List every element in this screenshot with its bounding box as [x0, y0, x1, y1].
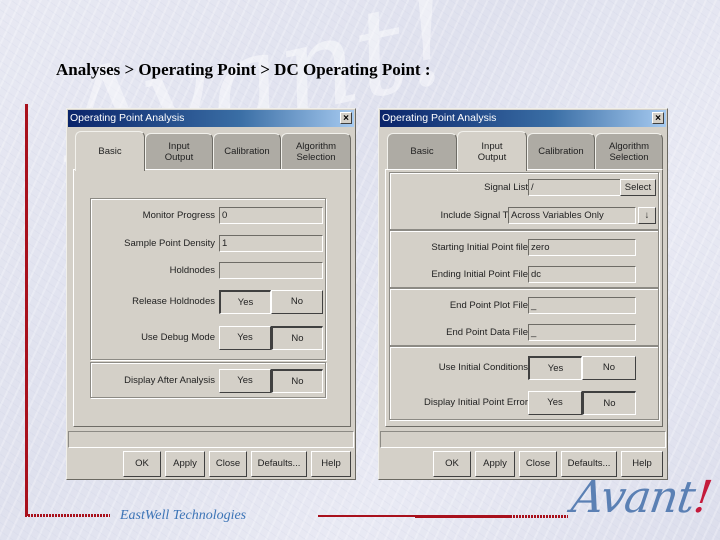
sample-point-density-input[interactable]: 1 [219, 235, 323, 252]
logo-text: Avant [568, 472, 698, 523]
initial-point-group: Starting Initial Point file zero Ending … [389, 230, 659, 288]
release-holdnodes-row: Release Holdnodes Yes No [91, 290, 325, 314]
tab-panel-basic: Monitor Progress 0 Sample Point Density … [73, 169, 351, 427]
tab-basic[interactable]: Basic [387, 133, 457, 169]
signal-types-select[interactable]: Across Variables Only [508, 207, 636, 224]
monitor-progress-input[interactable]: 0 [219, 207, 323, 224]
slide-title: Analyses > Operating Point > DC Operatin… [56, 60, 431, 79]
decorative-dotted-line-right [510, 515, 568, 518]
display-initial-point-error-row: Display Initial Point Error Yes No [390, 391, 658, 415]
signal-list-label: Signal List [484, 182, 528, 193]
ok-button[interactable]: OK [123, 451, 161, 477]
close-button[interactable]: Close [209, 451, 247, 477]
end-point-plot-label: End Point Plot File [449, 300, 528, 311]
display-initial-point-error-toggle: Yes No [528, 391, 636, 415]
dialog-title: Operating Point Analysis [382, 112, 497, 124]
use-initial-conditions-row: Use Initial Conditions Yes No [390, 356, 658, 380]
dropdown-arrow-icon[interactable]: ↓ [638, 207, 656, 224]
dialog-buttons: OK Apply Close Defaults... Help [123, 451, 353, 477]
holdnodes-label: Holdnodes [169, 265, 215, 276]
avant-logo: Avant! [568, 472, 714, 523]
signal-types-row: Include Signal Types Across Variables On… [390, 207, 658, 227]
display-after-analysis-label: Display After Analysis [124, 375, 215, 386]
use-initial-conditions-no-button[interactable]: No [582, 356, 636, 380]
close-icon[interactable]: × [340, 112, 352, 124]
ending-initial-point-label: Ending Initial Point File [431, 269, 528, 280]
ending-initial-point-input[interactable]: dc [528, 266, 636, 283]
title-bar: Operating Point Analysis × [380, 110, 666, 127]
starting-initial-point-input[interactable]: zero [528, 239, 636, 256]
monitor-progress-label: Monitor Progress [142, 210, 215, 221]
tab-calibration[interactable]: Calibration [527, 133, 595, 169]
ok-button[interactable]: OK [433, 451, 471, 477]
use-initial-conditions-label: Use Initial Conditions [438, 362, 528, 373]
use-initial-conditions-yes-button[interactable]: Yes [528, 356, 582, 380]
release-holdnodes-label: Release Holdnodes [132, 296, 215, 307]
title-bar: Operating Point Analysis × [68, 110, 354, 127]
decorative-dotted-line-left [25, 514, 110, 517]
use-debug-mode-toggle: Yes No [219, 326, 323, 350]
use-debug-mode-no-button[interactable]: No [271, 326, 323, 350]
close-icon[interactable]: × [652, 112, 664, 124]
release-holdnodes-yes-button[interactable]: Yes [219, 290, 271, 314]
release-holdnodes-toggle: Yes No [219, 290, 323, 314]
tab-bar: Basic Input Output Calibration Algorithm S… [385, 131, 663, 171]
tab-bar: Basic Input Output Calibration Algorithm S… [73, 131, 351, 171]
display-after-analysis-row: Display After Analysis Yes No [91, 369, 325, 393]
dialog-input-output: Operating Point Analysis × Basic Input Ou… [378, 108, 668, 480]
select-button[interactable]: Select [620, 179, 656, 196]
use-debug-mode-yes-button[interactable]: Yes [219, 326, 271, 350]
help-button[interactable]: Help [311, 451, 351, 477]
end-point-group: End Point Plot File _ End Point Data Fil… [389, 288, 659, 346]
tab-basic[interactable]: Basic [75, 131, 145, 171]
display-after-analysis-yes-button[interactable]: Yes [219, 369, 271, 393]
signal-group: Signal List / Select Include Signal Type… [389, 172, 659, 230]
holdnodes-input[interactable] [219, 262, 323, 279]
end-point-data-label: End Point Data File [446, 327, 528, 338]
display-after-analysis-toggle: Yes No [219, 369, 323, 393]
apply-button[interactable]: Apply [165, 451, 205, 477]
end-point-data-row: End Point Data File _ [390, 324, 658, 344]
monitor-progress-row: Monitor Progress 0 [91, 207, 325, 227]
apply-button[interactable]: Apply [475, 451, 515, 477]
holdnodes-row: Holdnodes [91, 262, 325, 282]
dialog-title: Operating Point Analysis [70, 112, 185, 124]
status-bar [68, 431, 354, 448]
status-bar [380, 431, 666, 448]
display-initial-point-error-no-button[interactable]: No [582, 391, 636, 415]
starting-initial-point-row: Starting Initial Point file zero [390, 239, 658, 259]
sample-point-density-label: Sample Point Density [124, 238, 215, 249]
ending-initial-point-row: Ending Initial Point File dc [390, 266, 658, 286]
end-point-plot-input[interactable]: _ [528, 297, 636, 314]
use-debug-mode-label: Use Debug Mode [141, 332, 215, 343]
defaults-button[interactable]: Defaults... [251, 451, 307, 477]
close-button[interactable]: Close [519, 451, 557, 477]
use-initial-conditions-toggle: Yes No [528, 356, 636, 380]
end-point-plot-row: End Point Plot File _ [390, 297, 658, 317]
display-group: Display After Analysis Yes No [90, 362, 326, 398]
display-after-analysis-no-button[interactable]: No [271, 369, 323, 393]
dialog-basic: Operating Point Analysis × Basic Input Ou… [66, 108, 356, 480]
tab-algorithm-selection[interactable]: Algorithm Selection [595, 133, 663, 169]
decorative-line-thin [318, 515, 418, 517]
use-debug-mode-row: Use Debug Mode Yes No [91, 326, 325, 350]
tab-input-output[interactable]: Input Output [145, 133, 213, 169]
settings-group: Monitor Progress 0 Sample Point Density … [90, 198, 326, 360]
sample-point-density-row: Sample Point Density 1 [91, 235, 325, 255]
release-holdnodes-no-button[interactable]: No [271, 290, 323, 314]
decorative-line-thick [415, 515, 510, 518]
tab-input-output[interactable]: Input Output [457, 131, 527, 171]
decorative-vertical-line [25, 104, 28, 516]
signal-list-row: Signal List / Select [390, 179, 658, 199]
tab-calibration[interactable]: Calibration [213, 133, 281, 169]
display-initial-point-error-label: Display Initial Point Error [423, 397, 528, 408]
tab-panel-input-output: Signal List / Select Include Signal Type… [385, 169, 663, 427]
starting-initial-point-label: Starting Initial Point file [431, 242, 528, 253]
display-initial-point-error-yes-button[interactable]: Yes [528, 391, 582, 415]
tab-algorithm-selection[interactable]: Algorithm Selection [281, 133, 351, 169]
end-point-data-input[interactable]: _ [528, 324, 636, 341]
conditions-group: Use Initial Conditions Yes No Display In… [389, 346, 659, 420]
footer-company-name: EastWell Technologies [120, 508, 247, 523]
